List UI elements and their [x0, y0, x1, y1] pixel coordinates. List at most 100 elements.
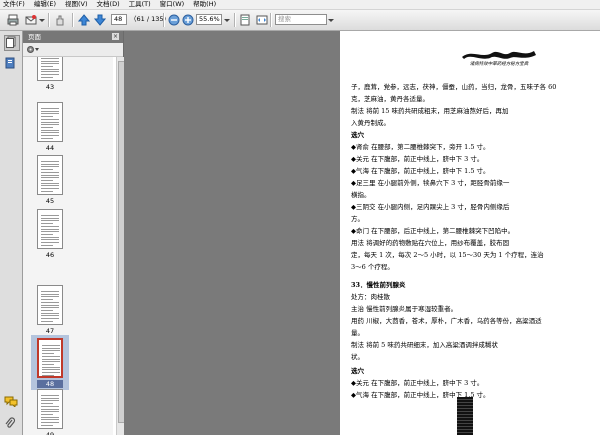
body-line: 入黄丹制成。 [351, 119, 390, 127]
thumbnail-text-line [41, 231, 59, 233]
print-icon[interactable] [6, 13, 20, 27]
find-input[interactable]: 搜索 [275, 14, 327, 25]
thumbnail-text-line [41, 228, 59, 230]
thumbnail-text-line [41, 57, 59, 59]
options-menu-button[interactable] [26, 45, 40, 54]
zoom-out-icon[interactable] [167, 13, 181, 27]
thumbnail-text-line [41, 244, 53, 246]
thumbnail-text-line [41, 413, 53, 415]
attachments-button[interactable] [4, 417, 18, 431]
hand-tool-icon[interactable] [53, 13, 67, 27]
bookmarks-button[interactable] [4, 57, 18, 71]
thumbnail-text-line [41, 129, 59, 131]
body-line: 方。 [351, 215, 364, 223]
paperclip-icon [5, 417, 16, 428]
body-line: ◆气海 在下腹部，前正中线上，脐中下 1.5 寸。 [351, 167, 490, 175]
menu-file[interactable]: 文件(F) [0, 0, 31, 9]
page-thumbnail-selected[interactable] [37, 338, 63, 378]
thumbnail-text-line [42, 369, 60, 371]
body-line: ◆命门 在下腰部，后正中线上，第二腰椎棘突下凹陷中。 [351, 227, 515, 235]
thumbnail-text-line [42, 355, 60, 357]
thumbnail-text-line [41, 236, 59, 238]
thumbnail-text-line [41, 242, 59, 243]
zoom-in-icon[interactable] [181, 13, 195, 27]
page-thumbnail-label: 46 [45, 251, 55, 259]
menu-edit[interactable]: 编辑(E) [31, 0, 62, 9]
menu-tools[interactable]: 工具(T) [126, 0, 157, 9]
thumbnail-text-line [41, 108, 59, 109]
page-thumbnail[interactable] [37, 57, 63, 81]
thumbnail-text-line [41, 318, 59, 319]
thumbnail-text-line [41, 397, 59, 399]
thumbnail-text-line [41, 182, 59, 184]
body-line: 制法 将前 15 味药共研成粗末，用芝麻油熬好后，再加 [351, 107, 509, 115]
thumbnail-text-line [41, 169, 53, 171]
page-thumbnail[interactable] [37, 102, 63, 142]
zoom-dropdown-icon[interactable] [223, 13, 231, 27]
zoom-level-input[interactable]: 55.6% [196, 14, 222, 25]
thumbnail-text-line [42, 363, 54, 365]
page-thumbnail[interactable] [37, 209, 63, 249]
thumbnail-text-line [41, 163, 59, 165]
scan-artifact [457, 397, 473, 435]
page-number-input[interactable]: 48 [111, 14, 127, 25]
page-thumbnail-label: 48 [37, 380, 63, 388]
thumbnail-text-line [41, 220, 59, 222]
thumbnail-text-line [41, 419, 59, 421]
next-page-icon[interactable] [93, 13, 107, 27]
page-thumbnail-label: 45 [45, 197, 55, 205]
thumbnail-text-line [42, 374, 54, 376]
header-caption: 诸病特效中草药经方秘方宝典 [469, 62, 529, 67]
thumbnail-text-line [41, 304, 59, 306]
body-line: 状。 [351, 353, 364, 361]
thumbnail-text-line [41, 408, 59, 410]
email-icon[interactable] [24, 13, 38, 27]
fit-width-icon[interactable] [255, 13, 269, 27]
thumbnail-text-line [41, 126, 53, 128]
page-thumbnail[interactable] [37, 155, 63, 195]
menu-window[interactable]: 窗口(W) [157, 0, 191, 9]
page-thumbnail[interactable] [37, 285, 63, 325]
find-dropdown-icon[interactable] [327, 13, 335, 27]
menu-document[interactable]: 文档(D) [94, 0, 126, 9]
thumbnail-text-line [42, 353, 54, 355]
close-panel-icon[interactable]: × [112, 33, 119, 40]
body-line: 子，鹿茸，党参，远志，茯神，僵蚕，山药，当归，龙骨，五味子各 60 [351, 83, 557, 91]
comments-icon [4, 396, 18, 409]
section-heading: 选穴 [351, 367, 364, 375]
thumbnail-text-line [41, 74, 59, 75]
thumbnail-text-line [41, 293, 59, 295]
email-dropdown-icon[interactable] [38, 13, 46, 27]
ornament-icon [462, 51, 536, 59]
comments-button[interactable] [4, 395, 18, 409]
page-thumbnail-label: 44 [45, 144, 55, 152]
thumbnail-text-line [41, 424, 53, 426]
thumbnail-text-line [41, 291, 59, 292]
thumbnail-text-line [41, 76, 53, 78]
thumbnail-text-line [41, 179, 53, 181]
page-thumbnail-label: 43 [45, 83, 55, 91]
thumbnail-text-line [41, 65, 53, 67]
thumbnail-text-line [41, 299, 53, 301]
fit-page-icon[interactable] [238, 13, 252, 27]
menu-view[interactable]: 视图(V) [62, 0, 94, 9]
pages-panel-button[interactable] [4, 35, 20, 51]
thumbnail-scrollbar[interactable] [116, 57, 125, 435]
thumbnail-text-line [42, 358, 60, 360]
body-line: ◆足三里 在小腿前外侧，犊鼻穴下 3 寸，距胫骨前缘一 [351, 179, 510, 187]
thumbnail-text-line [41, 315, 59, 317]
pages-icon [6, 36, 16, 48]
document-page: 诸病特效中草药经方秘方宝典 子，鹿茸，党参，远志，茯神，僵蚕，山药，当归，龙骨，… [340, 31, 600, 435]
thumbnail-text-line [41, 71, 59, 73]
thumbnail-text-line [42, 361, 60, 363]
page-thumbnail[interactable] [37, 389, 63, 429]
thumbnail-text-line [42, 372, 60, 373]
menu-help[interactable]: 帮助(H) [190, 0, 222, 9]
thumbnail-text-line [41, 137, 53, 139]
thumbnail-text-line [41, 63, 59, 65]
previous-page-icon[interactable] [77, 13, 91, 27]
body-line: 主治 慢性前列腺炎属于寒湿较重者。 [351, 305, 458, 313]
body-line: 定，每天 1 次，每次 2～5 小时，以 15～30 天为 1 个疗程，连治 [351, 251, 544, 259]
body-line: 克，芝麻油，黄丹各适量。 [351, 95, 429, 103]
body-line: 用药 川椒，大茴香，苍术，厚朴，广木香，乌药各等份，高粱酒适 [351, 317, 542, 325]
